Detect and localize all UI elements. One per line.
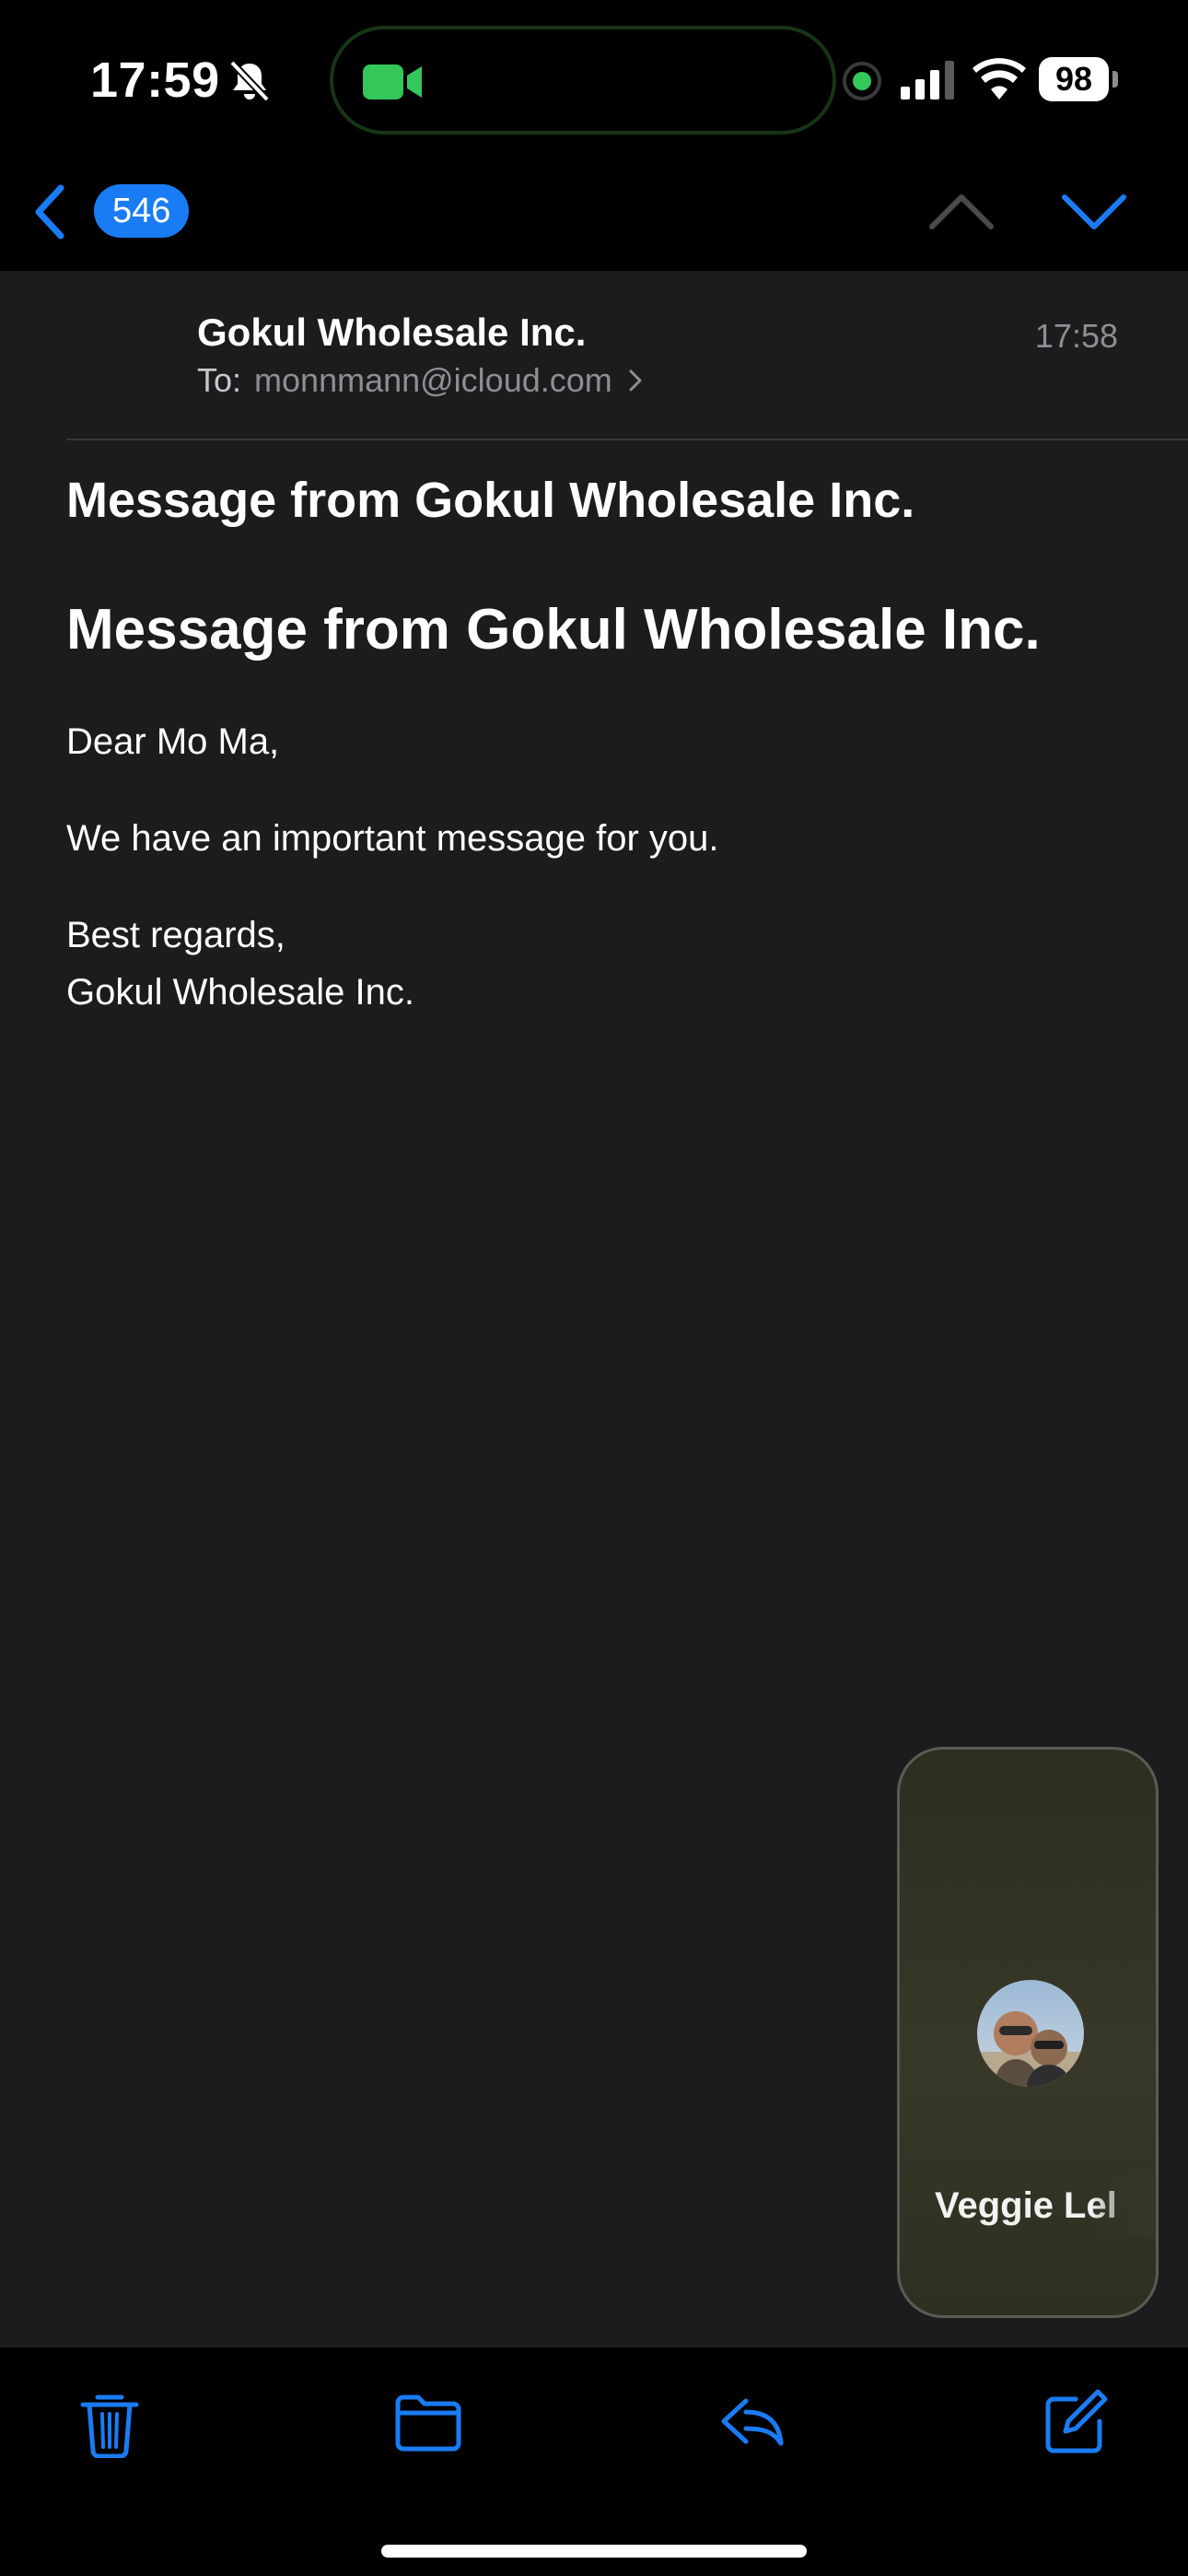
recipient-row[interactable]: To: monnmann@icloud.com	[197, 357, 644, 404]
status-bar: 17:59 98	[0, 0, 1188, 162]
body-greeting: Dear Mo Ma,	[66, 721, 280, 762]
message-time: 17:58	[1034, 317, 1118, 355]
reply-icon[interactable]	[716, 2386, 788, 2458]
body-heading: Message from Gokul Wholesale Inc.	[66, 598, 1041, 662]
body-paragraph: We have an important message for you.	[66, 818, 719, 859]
trash-icon[interactable]	[74, 2386, 146, 2458]
caller-name: Veggie Lel	[935, 2185, 1117, 2226]
bottom-toolbar	[0, 2348, 1188, 2576]
back-chevron-icon[interactable]	[31, 181, 70, 243]
unread-count-badge[interactable]: 546	[94, 184, 190, 238]
body-signature: Gokul Wholesale Inc.	[66, 972, 414, 1013]
home-indicator[interactable]	[381, 2545, 807, 2558]
folder-icon[interactable]	[392, 2386, 464, 2458]
nav-bar: 546	[0, 162, 1188, 271]
body-closing: Best regards,	[66, 915, 285, 955]
caller-avatar	[977, 1980, 1084, 2087]
chevron-right-icon[interactable]	[627, 368, 644, 393]
status-time: 17:59	[90, 53, 220, 108]
message-view: Gokul Wholesale Inc. To: monnmann@icloud.…	[0, 271, 1188, 2348]
previous-message-chevron-up-icon[interactable]	[926, 190, 996, 234]
next-message-chevron-down-icon[interactable]	[1059, 190, 1129, 234]
wifi-icon	[973, 58, 1026, 100]
cellular-signal-icon	[901, 61, 954, 100]
sender-name[interactable]: Gokul Wholesale Inc.	[197, 308, 586, 357]
dynamic-island[interactable]	[330, 26, 836, 135]
header-divider	[66, 439, 1188, 440]
recipient-address[interactable]: monnmann@icloud.com	[254, 361, 612, 399]
caller-name-fade	[1091, 2173, 1156, 2238]
to-label: To:	[197, 361, 242, 399]
camera-in-use-indicator-icon	[843, 62, 881, 100]
facetime-pip-window[interactable]: Veggie Lel	[897, 1747, 1159, 2318]
battery-indicator: 98	[1039, 57, 1118, 101]
bell-slash-icon	[229, 60, 270, 102]
battery-level: 98	[1039, 57, 1109, 101]
facetime-video-icon	[363, 64, 422, 100]
message-subject: Message from Gokul Wholesale Inc.	[66, 473, 915, 528]
battery-cap	[1112, 71, 1118, 88]
compose-icon[interactable]	[1039, 2386, 1111, 2458]
caller-photo	[977, 1980, 1084, 2087]
